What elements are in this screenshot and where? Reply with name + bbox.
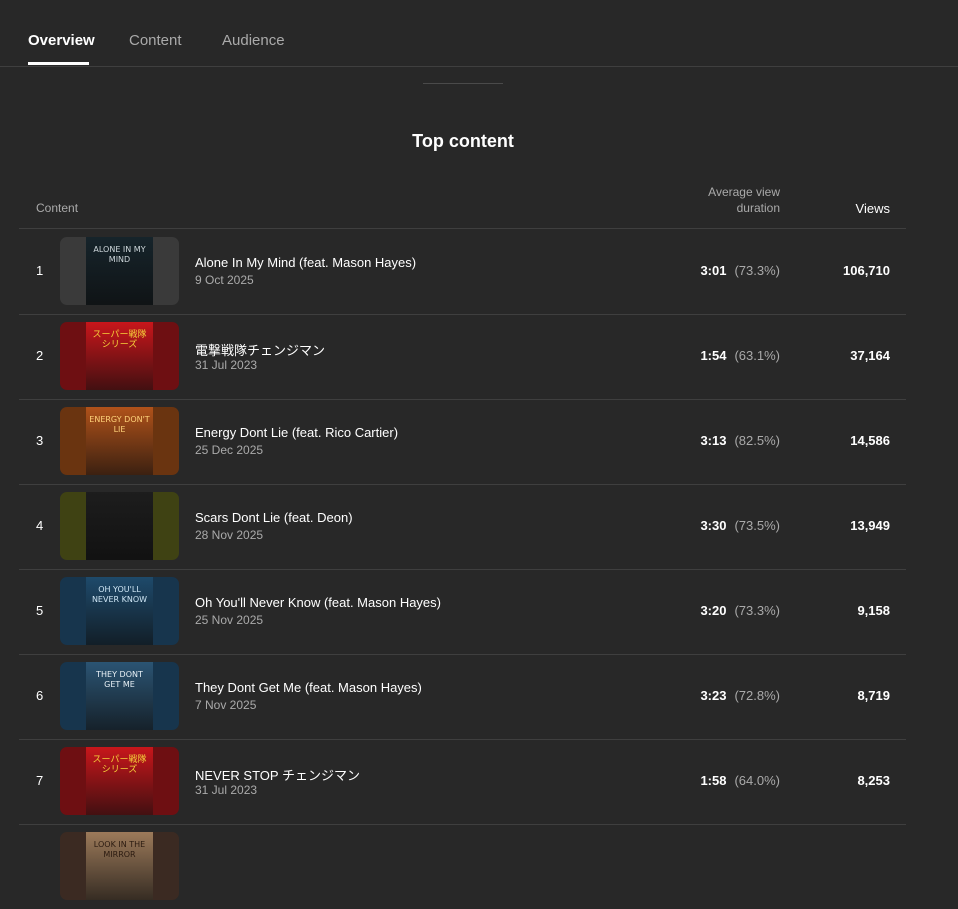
row-rank: 5 [36, 603, 44, 618]
column-header-content: Content [36, 201, 79, 215]
view-count: 8,253 [857, 773, 890, 788]
average-view-duration: 3:20 (73.3%) [659, 603, 780, 618]
table-row[interactable]: 4 Scars Dont Lie (feat. Deon) 28 Nov 2025 3… [19, 484, 906, 570]
video-date: 25 Dec 2025 [195, 443, 264, 457]
row-rank: 7 [36, 773, 44, 788]
row-rank: 4 [36, 518, 44, 533]
average-view-duration: 1:58 (64.0%) [659, 773, 780, 788]
duration-percent: (64.0%) [734, 773, 780, 788]
row-rank: 3 [36, 433, 44, 448]
table-row[interactable]: 7 スーパー戦隊シリーズ NEVER STOP チェンジマン 31 Jul 2023 1… [19, 739, 906, 825]
average-view-duration: 3:13 (82.5%) [659, 433, 780, 448]
average-view-duration: 3:01 (73.3%) [659, 263, 780, 278]
thumbnail-artwork: THEY DONT GET ME [86, 662, 153, 730]
thumbnail-artwork [86, 492, 153, 560]
video-thumbnail[interactable]: スーパー戦隊シリーズ [60, 322, 179, 390]
thumbnail-artwork: ENERGY DON'T LIE [86, 407, 153, 475]
duration-time: 3:13 [700, 433, 727, 448]
table-row[interactable]: LOOK IN THE MIRROR [19, 824, 906, 909]
average-view-duration: 1:54 (63.1%) [659, 348, 780, 363]
duration-time: 3:01 [700, 263, 727, 278]
duration-time: 1:58 [700, 773, 727, 788]
view-count: 8,719 [857, 688, 890, 703]
table-row[interactable]: 1 ALONE IN MY MIND Alone In My Mind (feat.… [19, 229, 906, 315]
video-title[interactable]: Scars Dont Lie (feat. Deon) [195, 510, 353, 525]
video-title[interactable]: Energy Dont Lie (feat. Rico Cartier) [195, 425, 398, 440]
duration-percent: (72.8%) [734, 688, 780, 703]
video-date: 31 Jul 2023 [195, 358, 258, 372]
video-thumbnail[interactable]: THEY DONT GET ME [60, 662, 179, 730]
table-row[interactable]: 6 THEY DONT GET ME They Dont Get Me (feat.… [19, 654, 906, 740]
video-thumbnail[interactable]: LOOK IN THE MIRROR [60, 832, 179, 900]
duration-percent: (63.1%) [734, 348, 780, 363]
table-row[interactable]: 3 ENERGY DON'T LIE Energy Dont Lie (feat. … [19, 399, 906, 485]
thumbnail-art-text: スーパー戦隊シリーズ [92, 330, 147, 350]
thumbnail-art-text: ENERGY DON'T LIE [89, 415, 150, 434]
divider [423, 83, 503, 84]
row-rank: 2 [36, 348, 44, 363]
video-title[interactable]: NEVER STOP チェンジマン [195, 765, 360, 784]
average-view-duration [659, 858, 780, 873]
duration-time: 3:30 [700, 518, 727, 533]
thumbnail-art-text: ALONE IN MY MIND [93, 245, 146, 264]
view-count: 9,158 [857, 603, 890, 618]
thumbnail-art-text: LOOK IN THE MIRROR [93, 840, 146, 859]
column-header-avd-line2: duration [736, 201, 780, 215]
video-title[interactable]: 電撃戦隊チェンジマン [195, 340, 325, 359]
tab-content[interactable]: Content [129, 32, 182, 49]
thumbnail-artwork: スーパー戦隊シリーズ [86, 322, 153, 390]
thumbnail-art-text: OH YOU'LL NEVER KNOW [91, 585, 148, 604]
duration-percent: (73.5%) [734, 518, 780, 533]
tab-overview[interactable]: Overview [28, 32, 95, 49]
average-view-duration: 3:23 (72.8%) [659, 688, 780, 703]
video-thumbnail[interactable]: ENERGY DON'T LIE [60, 407, 179, 475]
table-row[interactable]: 5 OH YOU'LL NEVER KNOW Oh You'll Never Kno… [19, 569, 906, 655]
view-count: 106,710 [843, 263, 890, 278]
video-thumbnail[interactable]: スーパー戦隊シリーズ [60, 747, 179, 815]
video-thumbnail[interactable]: OH YOU'LL NEVER KNOW [60, 577, 179, 645]
video-thumbnail[interactable]: ALONE IN MY MIND [60, 237, 179, 305]
table-row[interactable]: 2 スーパー戦隊シリーズ電撃戦隊チェンジマン 31 Jul 2023 1:54 (63.… [19, 314, 906, 400]
thumbnail-artwork: スーパー戦隊シリーズ [86, 747, 153, 815]
view-count: 13,949 [850, 518, 890, 533]
section-title: Top content [412, 131, 514, 151]
view-count: 14,586 [850, 433, 890, 448]
thumbnail-art-text: THEY DONT GET ME [96, 670, 143, 689]
duration-percent: (73.3%) [734, 603, 780, 618]
duration-time: 3:23 [700, 688, 727, 703]
active-tab-indicator [28, 62, 89, 65]
duration-time: 1:54 [700, 348, 727, 363]
video-thumbnail[interactable] [60, 492, 179, 560]
video-date: 25 Nov 2025 [195, 613, 264, 627]
column-header-avd-line1: Average view [708, 185, 780, 199]
video-title[interactable]: Alone In My Mind (feat. Mason Hayes) [195, 255, 416, 270]
view-count: 37,164 [850, 348, 890, 363]
video-title[interactable]: They Dont Get Me (feat. Mason Hayes) [195, 680, 422, 695]
column-header-average-view-duration[interactable]: Average view duration [680, 184, 780, 216]
column-header-views[interactable]: Views [820, 201, 890, 216]
video-date: 31 Jul 2023 [195, 783, 258, 797]
video-date: 7 Nov 2025 [195, 698, 257, 712]
duration-percent: (82.5%) [734, 433, 780, 448]
thumbnail-artwork: ALONE IN MY MIND [86, 237, 153, 305]
tab-bar: Overview Content Audience [0, 0, 958, 67]
thumbnail-art-text: スーパー戦隊シリーズ [92, 755, 147, 775]
duration-percent: (73.3%) [734, 263, 780, 278]
video-title[interactable]: Oh You'll Never Know (feat. Mason Hayes) [195, 595, 441, 610]
tab-audience[interactable]: Audience [222, 32, 285, 49]
thumbnail-artwork: LOOK IN THE MIRROR [86, 832, 153, 900]
row-rank: 1 [36, 263, 44, 278]
average-view-duration: 3:30 (73.5%) [659, 518, 780, 533]
thumbnail-artwork: OH YOU'LL NEVER KNOW [86, 577, 153, 645]
video-date: 9 Oct 2025 [195, 273, 254, 287]
duration-time: 3:20 [700, 603, 727, 618]
video-date: 28 Nov 2025 [195, 528, 264, 542]
row-rank: 6 [36, 688, 44, 703]
